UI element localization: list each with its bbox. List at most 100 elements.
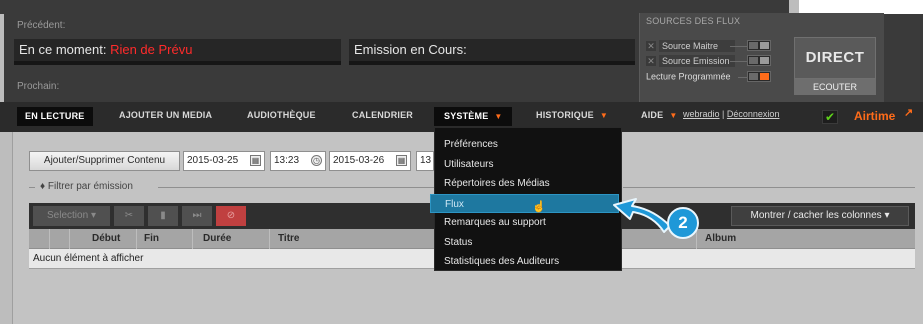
close-icon[interactable]: ✕ (646, 41, 656, 51)
nav-history-label: HISTORIQUE (536, 110, 594, 120)
column-header-title[interactable]: Titre (278, 233, 300, 244)
divider (158, 187, 434, 188)
scheduled-play-toggle[interactable] (747, 71, 771, 82)
filter-by-show-toggle[interactable]: ♦ Filtrer par émission (40, 181, 133, 192)
menu-item-support-feedback[interactable]: Remarques au support (435, 213, 621, 233)
nav-history[interactable]: HISTORIQUE ▼ (536, 110, 608, 120)
menu-item-users[interactable]: Utilisateurs (435, 155, 621, 175)
now-playing-field: En ce moment: Rien de Prévu (14, 39, 341, 65)
source-master-row: ✕ Source Maitre (646, 40, 735, 52)
scissors-icon: ✂ (124, 210, 134, 221)
calendar-icon[interactable]: ▦ (250, 155, 261, 166)
show-hide-columns-label: Montrer / cacher les colonnes (750, 210, 882, 221)
column-header-start[interactable]: Début (92, 233, 120, 244)
now-value: Rien de Prévu (110, 42, 193, 57)
menu-item-preferences[interactable]: Préférences (435, 135, 621, 155)
end-time-input[interactable]: 13 (416, 151, 434, 171)
nav-help[interactable]: AIDE ▼ (641, 110, 677, 120)
end-date-input[interactable]: 2015-03-26 ▦ (329, 151, 411, 171)
source-show-toggle[interactable] (747, 55, 771, 66)
cut-button[interactable]: ✂ (114, 206, 144, 226)
chevron-down-icon: ▾ (884, 210, 890, 221)
source-show-row: ✕ Source Emission (646, 55, 735, 67)
nav-now-playing[interactable]: EN LECTURE (17, 107, 93, 126)
scheduled-play-label: Lecture Programmée (646, 71, 731, 82)
skip-button[interactable]: ⏭ (182, 206, 212, 226)
sources-title: SOURCES DES FLUX (646, 16, 741, 26)
selection-dropdown[interactable]: Selection ▾ (33, 206, 110, 226)
nav-help-label: AIDE (641, 110, 664, 120)
chevron-down-icon: ▼ (669, 111, 678, 120)
logout-link[interactable]: Déconnexion (727, 109, 780, 119)
nav-calendar[interactable]: CALENDRIER (352, 110, 413, 120)
chevron-down-icon: ▼ (599, 111, 608, 120)
chevron-down-icon: ▼ (494, 112, 503, 121)
direct-button[interactable]: DIRECT (794, 37, 876, 79)
now-label: En ce moment: (19, 42, 107, 57)
chevron-down-icon: ▾ (90, 210, 96, 221)
status-panel: Précédent: En ce moment: Rien de Prévu E… (0, 0, 923, 110)
menu-item-streams[interactable]: Flux ☝ (430, 193, 619, 213)
next-label: Prochain: (17, 81, 60, 92)
link-separator: | (722, 109, 725, 119)
delete-button[interactable]: ▮ (148, 206, 178, 226)
logo-mark-icon: ↗ (904, 107, 914, 119)
source-master-toggle[interactable] (747, 40, 771, 51)
column-separator (192, 229, 193, 249)
start-time-input[interactable]: 13:23 ◷ (270, 151, 326, 171)
system-dropdown-menu: Préférences Utilisateurs Répertoires des… (430, 127, 622, 272)
column-header-duration[interactable]: Durée (203, 233, 231, 244)
skip-icon: ⏭ (192, 210, 202, 221)
source-master-label: Source Maitre (659, 40, 735, 52)
connector-line (730, 46, 748, 47)
end-date-value: 2015-03-26 (333, 155, 385, 166)
column-header-end[interactable]: Fin (144, 233, 159, 244)
column-header-album[interactable]: Album (705, 233, 736, 244)
divider (29, 187, 35, 188)
show-hide-columns-button[interactable]: Montrer / cacher les colonnes ▾ (731, 206, 909, 226)
selection-label: Selection (47, 210, 89, 221)
filter-by-show-label: Filtrer par émission (47, 181, 133, 192)
column-separator (69, 229, 70, 249)
window-corner (789, 0, 923, 14)
current-show-label: Emission en Cours: (354, 42, 467, 57)
close-icon[interactable]: ✕ (646, 56, 656, 66)
add-remove-content-button[interactable]: Ajouter/Supprimer Contenu (29, 151, 180, 171)
scheduled-play-row: Lecture Programmée (646, 71, 731, 83)
callout-arrow-shape (613, 198, 671, 233)
menu-item-status[interactable]: Status (435, 233, 621, 253)
stream-sources-panel: SOURCES DES FLUX ✕ Source Maitre ✕ Source … (639, 13, 884, 102)
brand-name: Airtime (854, 109, 896, 123)
menu-item-media-folders[interactable]: Répertoires des Médias (435, 174, 621, 194)
nav-library[interactable]: AUDIOTHÈQUE (247, 110, 316, 120)
user-links: webradio | Déconnexion (683, 109, 779, 119)
cancel-button[interactable]: ⊘ (216, 206, 246, 226)
brand-logo: Airtime ↗ (854, 107, 913, 123)
user-link[interactable]: webradio (683, 109, 720, 119)
connector-line (730, 61, 748, 62)
frame-edge (0, 14, 4, 110)
column-separator (136, 229, 137, 249)
menu-item-streams-label: Flux (445, 198, 464, 210)
column-separator (269, 229, 270, 249)
start-date-input[interactable]: 2015-03-25 ▦ (183, 151, 265, 171)
trash-icon: ▮ (160, 210, 166, 221)
start-time-value: 13:23 (274, 155, 300, 166)
check-icon: ✔ (822, 110, 838, 124)
current-show-field: Emission en Cours: (349, 39, 635, 65)
calendar-icon[interactable]: ▦ (396, 155, 407, 166)
callout-step-badge: 2 (667, 207, 699, 239)
column-separator (49, 229, 50, 249)
nav-system-label: SYSTÈME (444, 111, 489, 121)
end-time-value: 13 (420, 155, 432, 166)
cancel-icon: ⊘ (226, 210, 236, 221)
clock-icon[interactable]: ◷ (311, 155, 322, 166)
nav-system[interactable]: SYSTÈME ▼ (434, 107, 512, 126)
source-show-label: Source Emission (659, 55, 735, 67)
previous-label: Précédent: (17, 20, 66, 31)
menu-item-listener-stats[interactable]: Statistiques des Auditeurs (435, 252, 621, 272)
start-date-value: 2015-03-25 (187, 155, 239, 166)
expand-icon: ♦ (40, 181, 46, 192)
listen-button[interactable]: ECOUTER (794, 79, 876, 95)
nav-add-media[interactable]: AJOUTER UN MEDIA (119, 110, 212, 120)
